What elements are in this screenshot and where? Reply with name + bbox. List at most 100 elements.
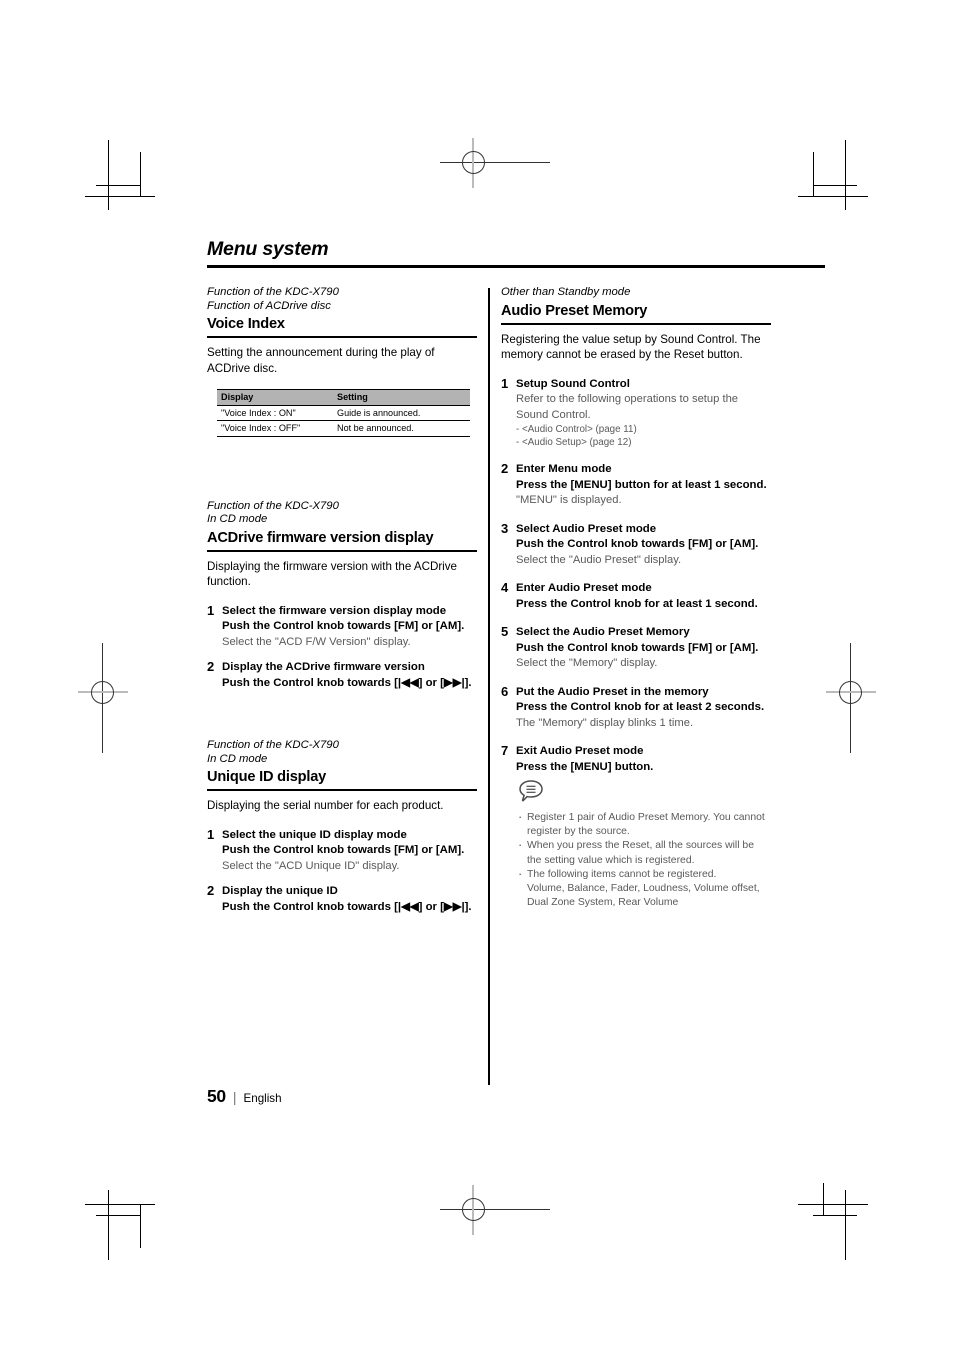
section-heading-rule xyxy=(207,549,477,552)
steps-list: 1 Select the unique ID display mode Push… xyxy=(207,826,477,916)
table-header-setting: Setting xyxy=(333,389,470,406)
step-note: "MENU" is displayed. xyxy=(516,494,622,506)
step-number: 7 xyxy=(501,743,509,758)
step-title: Setup Sound Control xyxy=(516,377,630,390)
table-cell-display: "Voice Index : OFF" xyxy=(217,420,333,437)
steps-list: 1 Select the firmware version display mo… xyxy=(207,602,477,692)
step-action: Push the Control knob towards [FM] or [A… xyxy=(516,538,759,550)
step-action: Push the Control knob towards [FM] or [A… xyxy=(222,620,465,632)
note-list: Register 1 pair of Audio Preset Memory. … xyxy=(516,810,771,910)
section-voice-index: Function of the KDC-X790 Function of ACD… xyxy=(207,286,477,437)
step-item: 6 Put the Audio Preset in the memory Pre… xyxy=(501,683,771,732)
step-title: Select Audio Preset mode xyxy=(516,522,657,535)
step-number: 2 xyxy=(501,461,509,476)
step-number: 2 xyxy=(207,659,215,674)
page-title-rule xyxy=(207,265,825,268)
step-title: Enter Menu mode xyxy=(516,463,612,475)
step-number: 1 xyxy=(207,826,215,842)
page-number: 50 xyxy=(207,1086,226,1106)
step-item: 1 Select the unique ID display mode Push… xyxy=(207,826,477,875)
section-heading: Audio Preset Memory xyxy=(501,302,648,319)
section-heading-rule xyxy=(501,322,771,325)
step-note: Select the "Audio Preset" display. xyxy=(516,553,682,566)
step-item: 3 Select Audio Preset mode Push the Cont… xyxy=(501,520,771,569)
step-number: 1 xyxy=(501,375,509,391)
section-heading-rule xyxy=(207,789,477,791)
table-row: "Voice Index : ON" Guide is announced. xyxy=(217,405,470,421)
right-column: Other than Standby mode Audio Preset Mem… xyxy=(501,286,771,910)
table-cell-setting: Guide is announced. xyxy=(333,405,470,421)
table-cell-setting: Not be announced. xyxy=(333,420,470,437)
section-unique-id-display: Function of the KDC-X790 In CD mode Uniq… xyxy=(207,739,477,915)
step-action: Push the Control knob towards [|◀◀] or [… xyxy=(222,676,472,689)
table-cell-display: "Voice Index : ON" xyxy=(217,405,333,421)
manual-page: Menu system Function of the KDC-X790 Fun… xyxy=(0,0,954,1350)
step-item: 4 Enter Audio Preset mode Press the Cont… xyxy=(501,580,771,612)
table-header-row: Display Setting xyxy=(217,389,470,406)
section-intro: Displaying the firmware version with the… xyxy=(207,559,458,589)
step-title: Enter Audio Preset mode xyxy=(516,582,652,594)
step-note: Select the "ACD Unique ID" display. xyxy=(222,859,400,872)
step-number: 5 xyxy=(501,624,509,639)
step-item: 1 Setup Sound Control Refer to the follo… xyxy=(501,375,771,450)
step-title: Display the ACDrive firmware version xyxy=(222,661,425,673)
step-action: Push the Control knob towards [FM] or [A… xyxy=(516,641,759,654)
step-note: Select the "Memory" display. xyxy=(516,657,658,669)
step-subline: - <Audio Control> (page 11) xyxy=(516,424,637,435)
section-heading: Unique ID display xyxy=(207,769,327,785)
section-eyebrow: Function of the KDC-X790 In CD mode xyxy=(207,739,339,765)
section-heading-rule xyxy=(207,336,477,338)
page-footer: 50 | English xyxy=(207,1086,282,1107)
section-intro: Displaying the serial number for each pr… xyxy=(207,799,444,812)
step-action: Press the Control knob for at least 2 se… xyxy=(516,701,765,713)
footer-separator: | xyxy=(232,1089,237,1105)
step-item: 2 Display the unique ID Push the Control… xyxy=(207,883,477,915)
step-note: The "Memory" display blinks 1 time. xyxy=(516,716,694,729)
section-acdrive-firmware-version: Function of the KDC-X790 In CD mode ACDr… xyxy=(207,500,477,692)
step-action: Press the [MENU] button for at least 1 s… xyxy=(516,478,767,491)
section-eyebrow: Function of the KDC-X790 Function of ACD… xyxy=(207,286,339,312)
table-header-display: Display xyxy=(217,389,333,406)
section-intro: Registering the value setup by Sound Con… xyxy=(501,332,761,362)
step-item: 7 Exit Audio Preset mode Press the [MENU… xyxy=(501,743,771,775)
step-action: Press the [MENU] button. xyxy=(516,760,654,773)
step-action: Push the Control knob towards [|◀◀] or [… xyxy=(222,900,472,913)
section-intro: Setting the announcement during the play… xyxy=(207,346,435,375)
note-list-item: Register 1 pair of Audio Preset Memory. … xyxy=(516,810,771,839)
left-column: Function of the KDC-X790 Function of ACD… xyxy=(207,286,477,925)
column-divider xyxy=(488,288,490,1085)
step-title: Select the Audio Preset Memory xyxy=(516,626,690,638)
step-item: 1 Select the firmware version display mo… xyxy=(207,602,477,651)
note-list-item: The following items cannot be registered… xyxy=(516,867,771,882)
step-number: 4 xyxy=(501,580,509,595)
speech-bubble-note-icon xyxy=(518,779,771,808)
section-eyebrow: Other than Standby mode xyxy=(501,286,631,298)
step-number: 3 xyxy=(501,520,509,536)
step-action: Push the Control knob towards [FM] or [A… xyxy=(222,844,465,856)
step-note: Refer to the following operations to set… xyxy=(516,393,739,421)
section-audio-preset-memory: Other than Standby mode Audio Preset Mem… xyxy=(501,286,771,910)
step-note: Select the "ACD F/W Version" display. xyxy=(222,635,411,648)
step-number: 6 xyxy=(501,683,509,699)
step-title: Display the unique ID xyxy=(222,885,338,897)
step-title: Select the unique ID display mode xyxy=(222,828,407,841)
note-list-item: When you press the Reset, all the source… xyxy=(516,838,771,867)
step-action: Press the Control knob for at least 1 se… xyxy=(516,597,758,610)
table-row: "Voice Index : OFF" Not be announced. xyxy=(217,420,470,437)
step-subline: - <Audio Setup> (page 12) xyxy=(516,437,632,448)
step-title: Exit Audio Preset mode xyxy=(516,745,644,757)
step-item: 2 Enter Menu mode Press the [MENU] butto… xyxy=(501,461,771,509)
section-eyebrow: Function of the KDC-X790 In CD mode xyxy=(207,499,339,526)
step-title: Put the Audio Preset in the memory xyxy=(516,685,709,698)
step-item: 2 Display the ACDrive firmware version P… xyxy=(207,659,477,691)
note-list-continuation: Volume, Balance, Fader, Loudness, Volume… xyxy=(527,883,760,909)
section-heading: Voice Index xyxy=(207,316,285,332)
voice-index-settings-table: Display Setting "Voice Index : ON" Guide… xyxy=(217,389,470,437)
step-item: 5 Select the Audio Preset Memory Push th… xyxy=(501,624,771,672)
page-title: Menu system xyxy=(207,238,329,260)
note-block: Register 1 pair of Audio Preset Memory. … xyxy=(501,779,771,910)
step-number: 1 xyxy=(207,602,215,618)
footer-language: English xyxy=(243,1092,282,1105)
step-number: 2 xyxy=(207,883,215,898)
steps-list: 1 Setup Sound Control Refer to the follo… xyxy=(501,375,771,776)
